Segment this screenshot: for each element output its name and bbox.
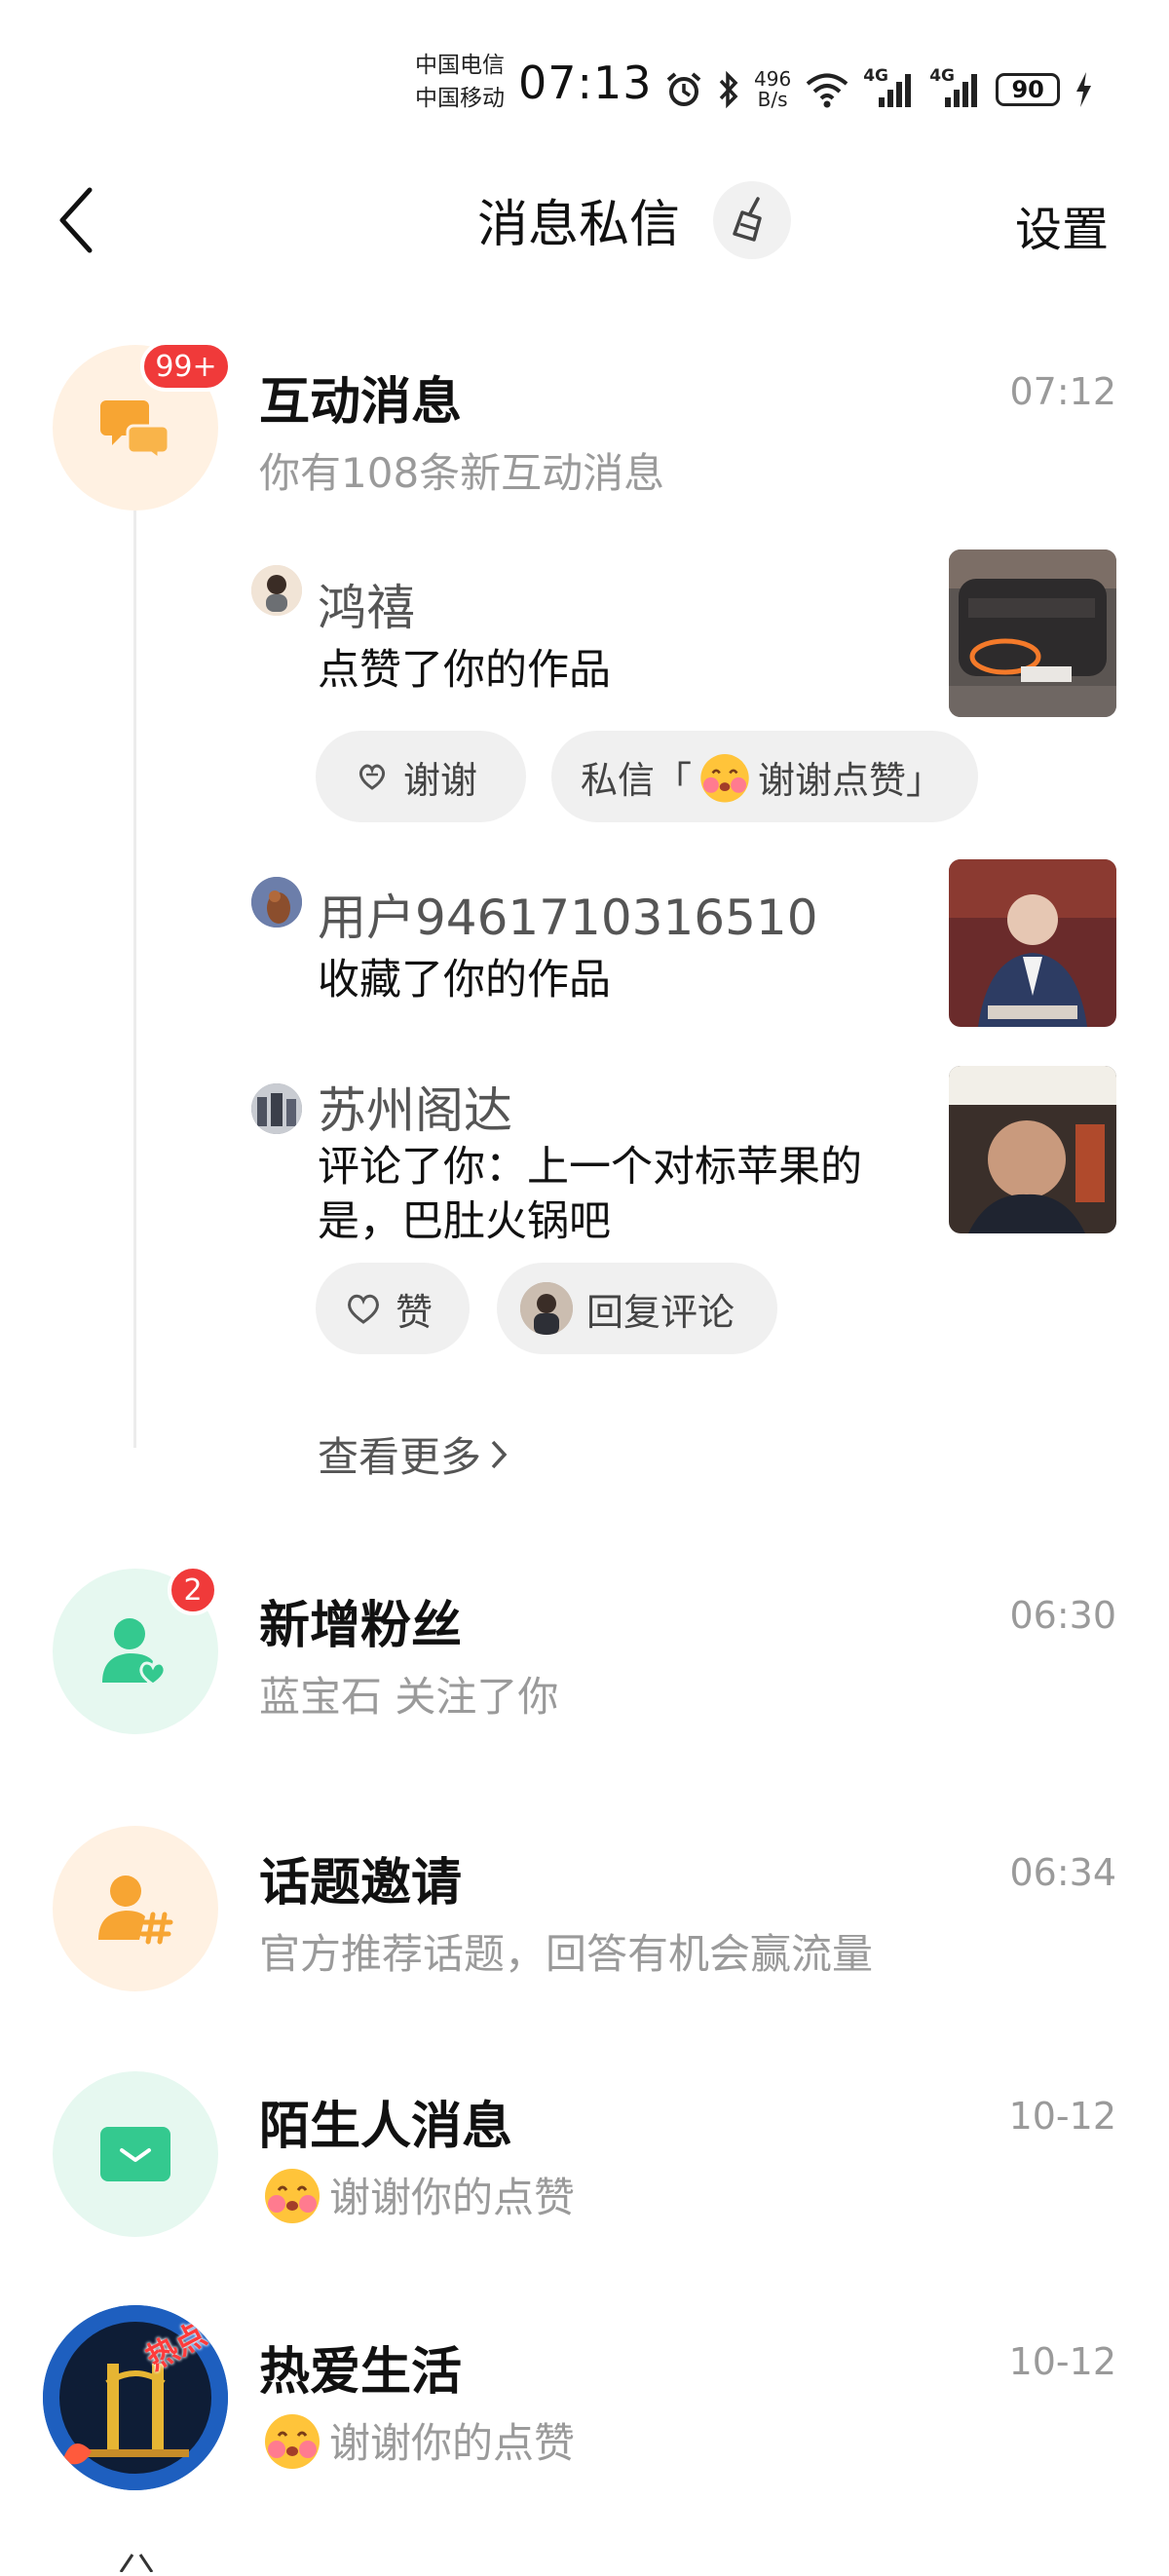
status-clock: 07:13 (518, 57, 653, 109)
status-icons: 496 B/s 4G 4G 90 (664, 60, 1093, 119)
row-time: 10-12 (1008, 2095, 1116, 2138)
user-avatar-suzhou[interactable] (251, 1083, 302, 1134)
chat-bubbles-icon (100, 400, 170, 459)
interaction-time: 07:12 (1009, 370, 1116, 413)
chevron-right-icon (491, 1440, 508, 1468)
user-heart-icon (102, 1618, 167, 1686)
alarm-icon (664, 70, 703, 109)
row-title[interactable]: 话题邀请 (259, 1841, 462, 1914)
settings-button[interactable]: 设置 (1015, 191, 1109, 259)
row-time: 06:34 (1009, 1851, 1116, 1894)
charging-icon (1074, 70, 1093, 109)
row-time: 10-12 (1008, 2340, 1116, 2383)
activity-text: 点赞了你的作品 (318, 646, 611, 695)
carrier-primary: 中国电信 (415, 53, 505, 78)
my-avatar (520, 1282, 573, 1335)
followers-unread-badge: 2 (168, 1565, 218, 1615)
row-title[interactable]: 新增粉丝 (259, 1584, 462, 1657)
thanks-button[interactable]: 谢谢 (316, 731, 526, 822)
row-time: 06:30 (1009, 1594, 1116, 1637)
row-subtitle: 谢谢你的点赞 (329, 2173, 576, 2221)
chevron-left-icon (59, 187, 93, 253)
hot-life-avatar[interactable]: 热点侠 (43, 2305, 228, 2490)
activity-user-name[interactable]: 用户9461710316510 (318, 879, 818, 949)
see-more-label: 查看更多 (318, 1433, 482, 1481)
interaction-title[interactable]: 互动消息 (259, 360, 462, 434)
network-speed-value: 496 (754, 67, 792, 91)
activity-text: 收藏了你的作品 (318, 956, 611, 1004)
video-thumbnail-2[interactable] (949, 859, 1116, 1027)
activity-user-name[interactable]: 苏州阁达 (318, 1072, 512, 1142)
video-thumbnail-1[interactable] (949, 549, 1116, 717)
dm-thanks-button[interactable]: 私信「 谢谢点赞」 (551, 731, 978, 822)
next-row-avatar-partial (117, 2551, 156, 2573)
thread-line (133, 511, 136, 1448)
interaction-unread-badge: 99+ (140, 341, 232, 392)
battery-indicator: 90 (996, 73, 1061, 106)
video-thumbnail-3[interactable] (949, 1066, 1116, 1233)
network-speed: 496 B/s (754, 69, 791, 110)
like-comment-button[interactable]: 赞 (316, 1263, 470, 1354)
dm-prefix: 私信「 (581, 758, 693, 802)
smile-emoji-icon (265, 2169, 320, 2223)
smile-emoji-icon (700, 754, 749, 803)
activity-text-line1: 评论了你：上一个对标苹果的 (318, 1143, 862, 1192)
network-speed-unit: B/s (757, 88, 788, 111)
user-hashtag-icon (98, 1875, 173, 1945)
signal-4g-icon-1: 4G (863, 66, 916, 111)
heart-icon (348, 1294, 379, 1324)
user-avatar-9461[interactable] (251, 877, 302, 928)
thanks-label: 谢谢 (403, 758, 478, 802)
reply-comment-button[interactable]: 回复评论 (497, 1263, 777, 1354)
bluetooth-icon (717, 70, 740, 109)
user-avatar-honxi[interactable] (251, 565, 302, 616)
row-subtitle: 蓝宝石 关注了你 (259, 1673, 559, 1721)
stranger-messages-avatar[interactable] (53, 2071, 218, 2237)
reply-label: 回复评论 (586, 1290, 735, 1334)
row-subtitle-wrap: 谢谢你的点赞 (259, 2161, 575, 2227)
like-label: 赞 (396, 1290, 434, 1334)
wifi-icon (805, 71, 849, 108)
activity-text-line2: 是，巴肚火锅吧 (318, 1197, 611, 1246)
see-more-link[interactable]: 查看更多 (318, 1424, 509, 1484)
carrier-secondary: 中国移动 (415, 86, 505, 111)
page-title: 消息私信 (477, 196, 681, 254)
back-button[interactable] (49, 179, 103, 261)
row-subtitle: 谢谢你的点赞 (329, 2418, 576, 2467)
smile-emoji-icon (265, 2414, 320, 2469)
row-subtitle: 官方推荐话题，回答有机会赢流量 (259, 1930, 874, 1978)
topic-invite-avatar[interactable] (53, 1826, 218, 1991)
signal-4g-icon-2: 4G (929, 66, 982, 111)
row-title[interactable]: 热爱生活 (259, 2330, 462, 2404)
dm-text: 谢谢点赞」 (758, 758, 944, 802)
envelope-icon (100, 2127, 170, 2181)
clear-unread-button[interactable] (713, 181, 791, 259)
heart-hand-icon (358, 764, 386, 790)
row-title[interactable]: 陌生人消息 (259, 2085, 512, 2158)
interaction-subtitle: 你有108条新互动消息 (259, 449, 665, 497)
row-subtitle-wrap: 谢谢你的点赞 (259, 2406, 575, 2473)
broom-icon (733, 197, 762, 242)
activity-user-name[interactable]: 鸿禧 (318, 569, 415, 639)
